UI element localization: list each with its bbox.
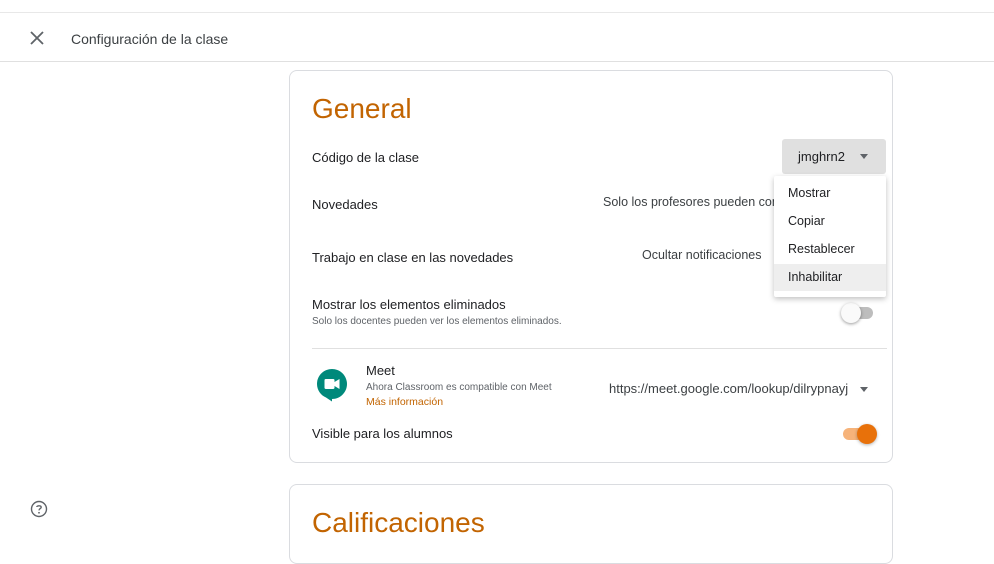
classwork-value[interactable]: Ocultar notificaciones: [642, 248, 762, 262]
deleted-sublabel: Solo los docentes pueden ver los element…: [312, 316, 562, 327]
caret-down-icon[interactable]: [860, 387, 868, 392]
menu-item-copiar[interactable]: Copiar: [774, 208, 886, 235]
meet-name: Meet: [366, 363, 395, 378]
toggle-knob: [857, 424, 877, 444]
class-code-menu: Mostrar Copiar Restablecer Inhabilitar: [774, 176, 886, 297]
grades-card: Calificaciones: [289, 484, 893, 564]
divider: [312, 348, 887, 349]
class-code-label: Código de la clase: [312, 150, 419, 165]
menu-item-inhabilitar[interactable]: Inhabilitar: [774, 264, 886, 291]
class-code-dropdown[interactable]: jmghrn2: [782, 139, 886, 174]
general-title: General: [312, 93, 412, 124]
stream-value[interactable]: Solo los profesores pueden con: [603, 195, 779, 209]
meet-icon: [317, 369, 347, 402]
meet-url[interactable]: https://meet.google.com/lookup/dilrypnay…: [609, 381, 848, 396]
stream-label: Novedades: [312, 197, 378, 212]
meet-subtitle: Ahora Classroom es compatible con Meet: [366, 382, 552, 393]
menu-item-restablecer[interactable]: Restablecer: [774, 236, 886, 263]
caret-down-icon: [860, 154, 868, 159]
class-code-value: jmghrn2: [798, 149, 845, 164]
general-card: General Código de la clase jmghrn2 Mostr…: [289, 70, 893, 463]
top-bar: Configuración de la clase: [0, 12, 994, 62]
help-icon[interactable]: [30, 500, 48, 518]
page-title: Configuración de la clase: [71, 31, 229, 47]
grades-title: Calificaciones: [312, 507, 485, 538]
visible-students-label: Visible para los alumnos: [312, 426, 453, 441]
close-icon[interactable]: [28, 29, 46, 47]
toggle-knob: [841, 303, 861, 323]
deleted-label: Mostrar los elementos eliminados: [312, 297, 506, 312]
meet-more-info-link[interactable]: Más información: [366, 396, 443, 408]
classwork-label: Trabajo en clase en las novedades: [312, 250, 514, 265]
menu-item-mostrar[interactable]: Mostrar: [774, 180, 886, 207]
